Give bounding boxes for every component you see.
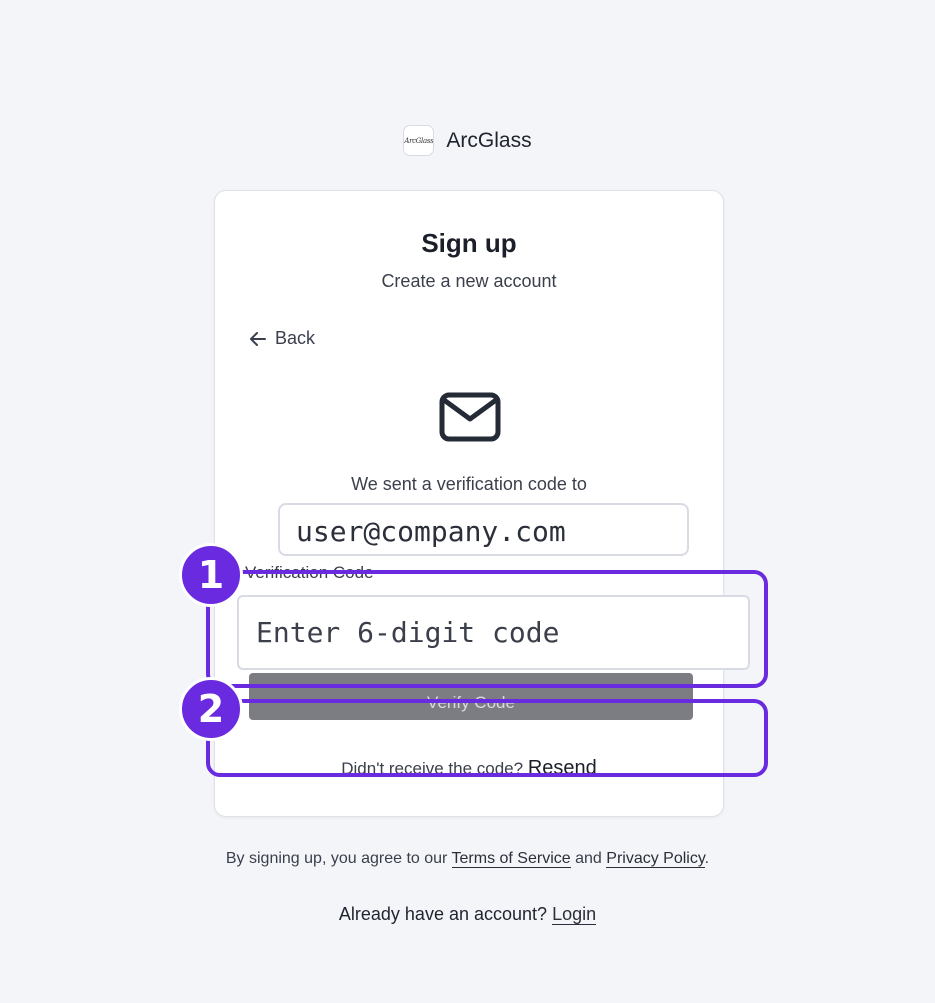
signup-card: Sign up Create a new account Back We sen… <box>214 190 750 817</box>
verification-code-input[interactable] <box>237 595 750 670</box>
back-button[interactable]: Back <box>249 328 315 349</box>
arrow-left-icon <box>250 331 266 346</box>
verify-code-button[interactable]: Verify Code <box>249 673 693 720</box>
email-display: user@company.com <box>278 503 689 556</box>
login-link[interactable]: Login <box>552 904 597 925</box>
signup-page: ArcGlass ArcGlass Sign up Create a new a… <box>0 0 935 1003</box>
resend-row: Didn't receive the code? Resend <box>215 757 723 780</box>
privacy-policy-link[interactable]: Privacy Policy <box>606 850 705 868</box>
login-prompt-row: Already have an account? Login <box>0 904 935 925</box>
terms-prefix: By signing up, you agree to our <box>225 850 448 867</box>
terms-suffix: . <box>704 850 710 867</box>
brand-name: ArcGlass <box>446 128 532 152</box>
annotation-badge-2: 2 <box>179 677 243 741</box>
terms-of-service-link[interactable]: Terms of Service <box>451 850 571 868</box>
code-label: Verification Code <box>245 563 374 582</box>
annotation-badge-1: 1 <box>179 543 243 607</box>
login-prompt: Already have an account? <box>338 904 548 924</box>
brand-header: ArcGlass ArcGlass <box>0 125 935 156</box>
terms-notice: By signing up, you agree to our Terms of… <box>0 850 935 868</box>
back-label: Back <box>275 328 316 348</box>
sent-message: We sent a verification code to <box>351 474 587 494</box>
resend-link[interactable]: Resend <box>528 757 597 779</box>
page-subtitle: Create a new account <box>381 271 557 291</box>
page-title: Sign up <box>421 228 517 258</box>
resend-prompt: Didn't receive the code? <box>341 759 524 778</box>
brand-logo: ArcGlass <box>403 125 435 156</box>
terms-and: and <box>575 850 602 867</box>
mail-icon <box>439 392 501 442</box>
